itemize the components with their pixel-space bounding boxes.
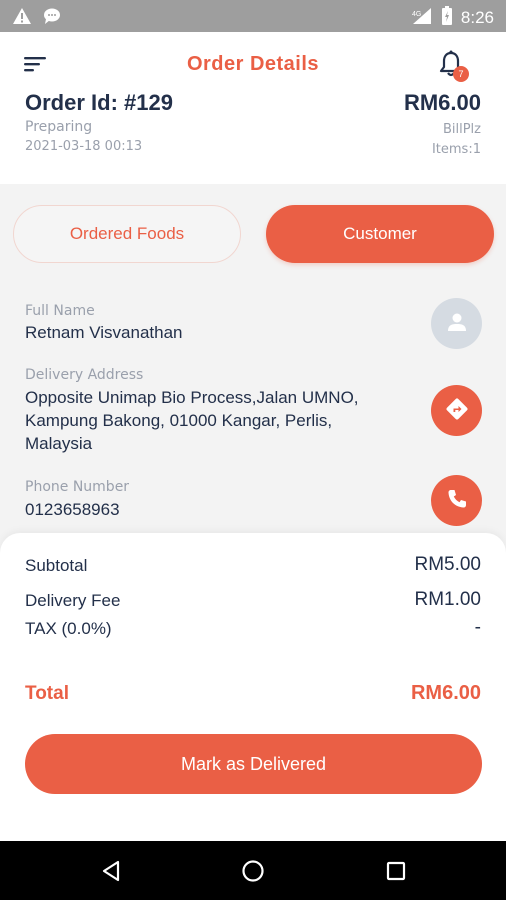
order-status: Preparing	[25, 119, 93, 135]
total-value: RM6.00	[410, 682, 481, 704]
notifications-button[interactable]: 7	[438, 50, 472, 84]
directions-icon	[445, 397, 469, 425]
recents-icon[interactable]	[381, 856, 411, 886]
address-line-2: Kampung Bakong, 01000 Kangar, Perlis,	[25, 411, 333, 430]
delivery-address-label: Delivery Address	[25, 367, 144, 383]
delivery-fee-label: Delivery Fee	[25, 591, 121, 610]
phone-icon	[446, 488, 468, 514]
full-name-label: Full Name	[25, 303, 95, 319]
signal-icon: 4G	[411, 7, 433, 29]
avatar	[431, 298, 482, 349]
back-icon[interactable]	[96, 856, 126, 886]
items-count: Items:1	[431, 142, 481, 157]
home-icon[interactable]	[238, 856, 268, 886]
tax-label: TAX (0.0%)	[25, 619, 112, 638]
payment-method: BillPlz	[442, 122, 481, 137]
address-line-1: Opposite Unimap Bio Process,Jalan UMNO,	[25, 388, 359, 407]
phone-number-value: 0123658963	[25, 500, 120, 519]
page-title: Order Details	[186, 53, 320, 75]
notification-badge: 7	[453, 66, 469, 82]
order-total: RM6.00	[403, 90, 481, 115]
subtotal-value: RM5.00	[414, 554, 481, 575]
delivery-fee-value: RM1.00	[414, 589, 481, 610]
full-name-value: Retnam Visvanathan	[25, 323, 183, 342]
call-button[interactable]	[431, 475, 482, 526]
person-icon	[446, 311, 468, 337]
warning-icon	[12, 7, 32, 29]
status-bar: 4G 8:26	[0, 0, 506, 32]
tab-customer[interactable]: Customer	[266, 205, 494, 263]
phone-number-label: Phone Number	[25, 479, 130, 495]
chat-icon	[42, 7, 62, 29]
battery-icon	[441, 6, 453, 30]
address-line-3: Malaysia	[25, 434, 93, 453]
tab-ordered-foods[interactable]: Ordered Foods	[13, 205, 241, 263]
network-label: 4G	[412, 11, 421, 18]
order-id: Order Id: #129	[25, 90, 173, 115]
tax-value: -	[474, 617, 481, 638]
navigation-bar	[0, 841, 506, 900]
mark-as-delivered-button[interactable]: Mark as Delivered	[25, 734, 482, 794]
subtotal-label: Subtotal	[25, 556, 88, 575]
total-label: Total	[25, 683, 69, 704]
directions-button[interactable]	[431, 385, 482, 436]
order-datetime: 2021-03-18 00:13	[25, 139, 143, 154]
status-time: 8:26	[460, 8, 494, 27]
